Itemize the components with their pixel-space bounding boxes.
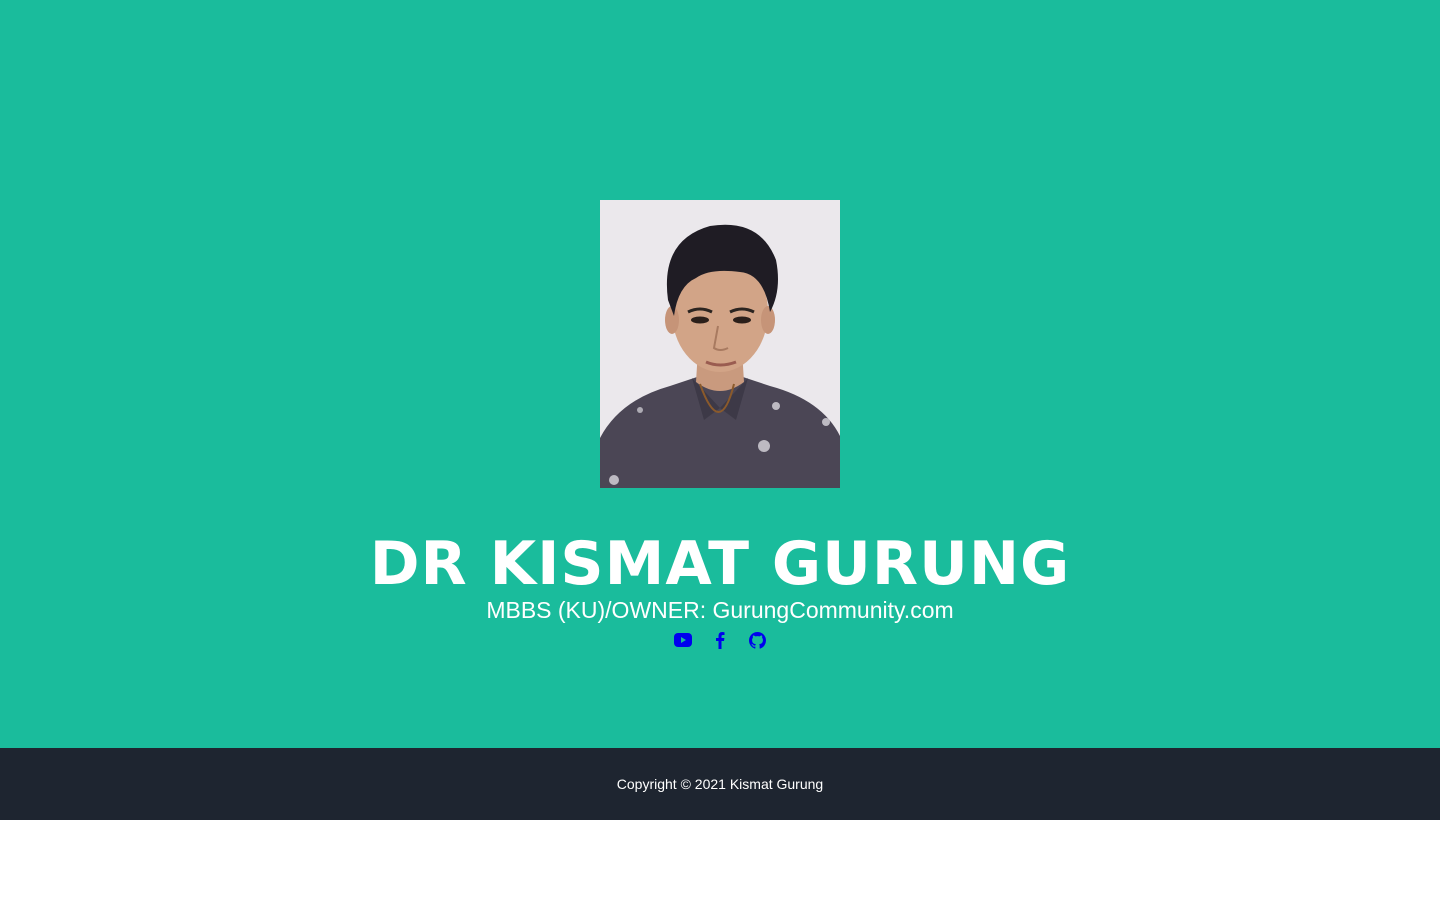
footer: Copyright © 2021 Kismat Gurung — [0, 748, 1440, 820]
profile-photo — [600, 200, 840, 488]
youtube-link[interactable] — [674, 628, 692, 652]
youtube-icon — [674, 633, 692, 647]
facebook-icon — [716, 632, 725, 649]
portrait-photo-icon — [600, 200, 840, 488]
social-links — [0, 628, 1440, 652]
github-link[interactable] — [748, 628, 766, 652]
facebook-link[interactable] — [711, 628, 729, 652]
profile-name: DR KISMAT GURUNG — [369, 529, 1071, 599]
hero-section: DR KISMAT GURUNG MBBS (KU)/OWNER: Gurung… — [0, 0, 1440, 748]
copyright-text: Copyright © 2021 Kismat Gurung — [616, 776, 824, 792]
github-icon — [748, 631, 766, 649]
profile-subtitle: MBBS (KU)/OWNER: GurungCommunity.com — [486, 597, 954, 623]
